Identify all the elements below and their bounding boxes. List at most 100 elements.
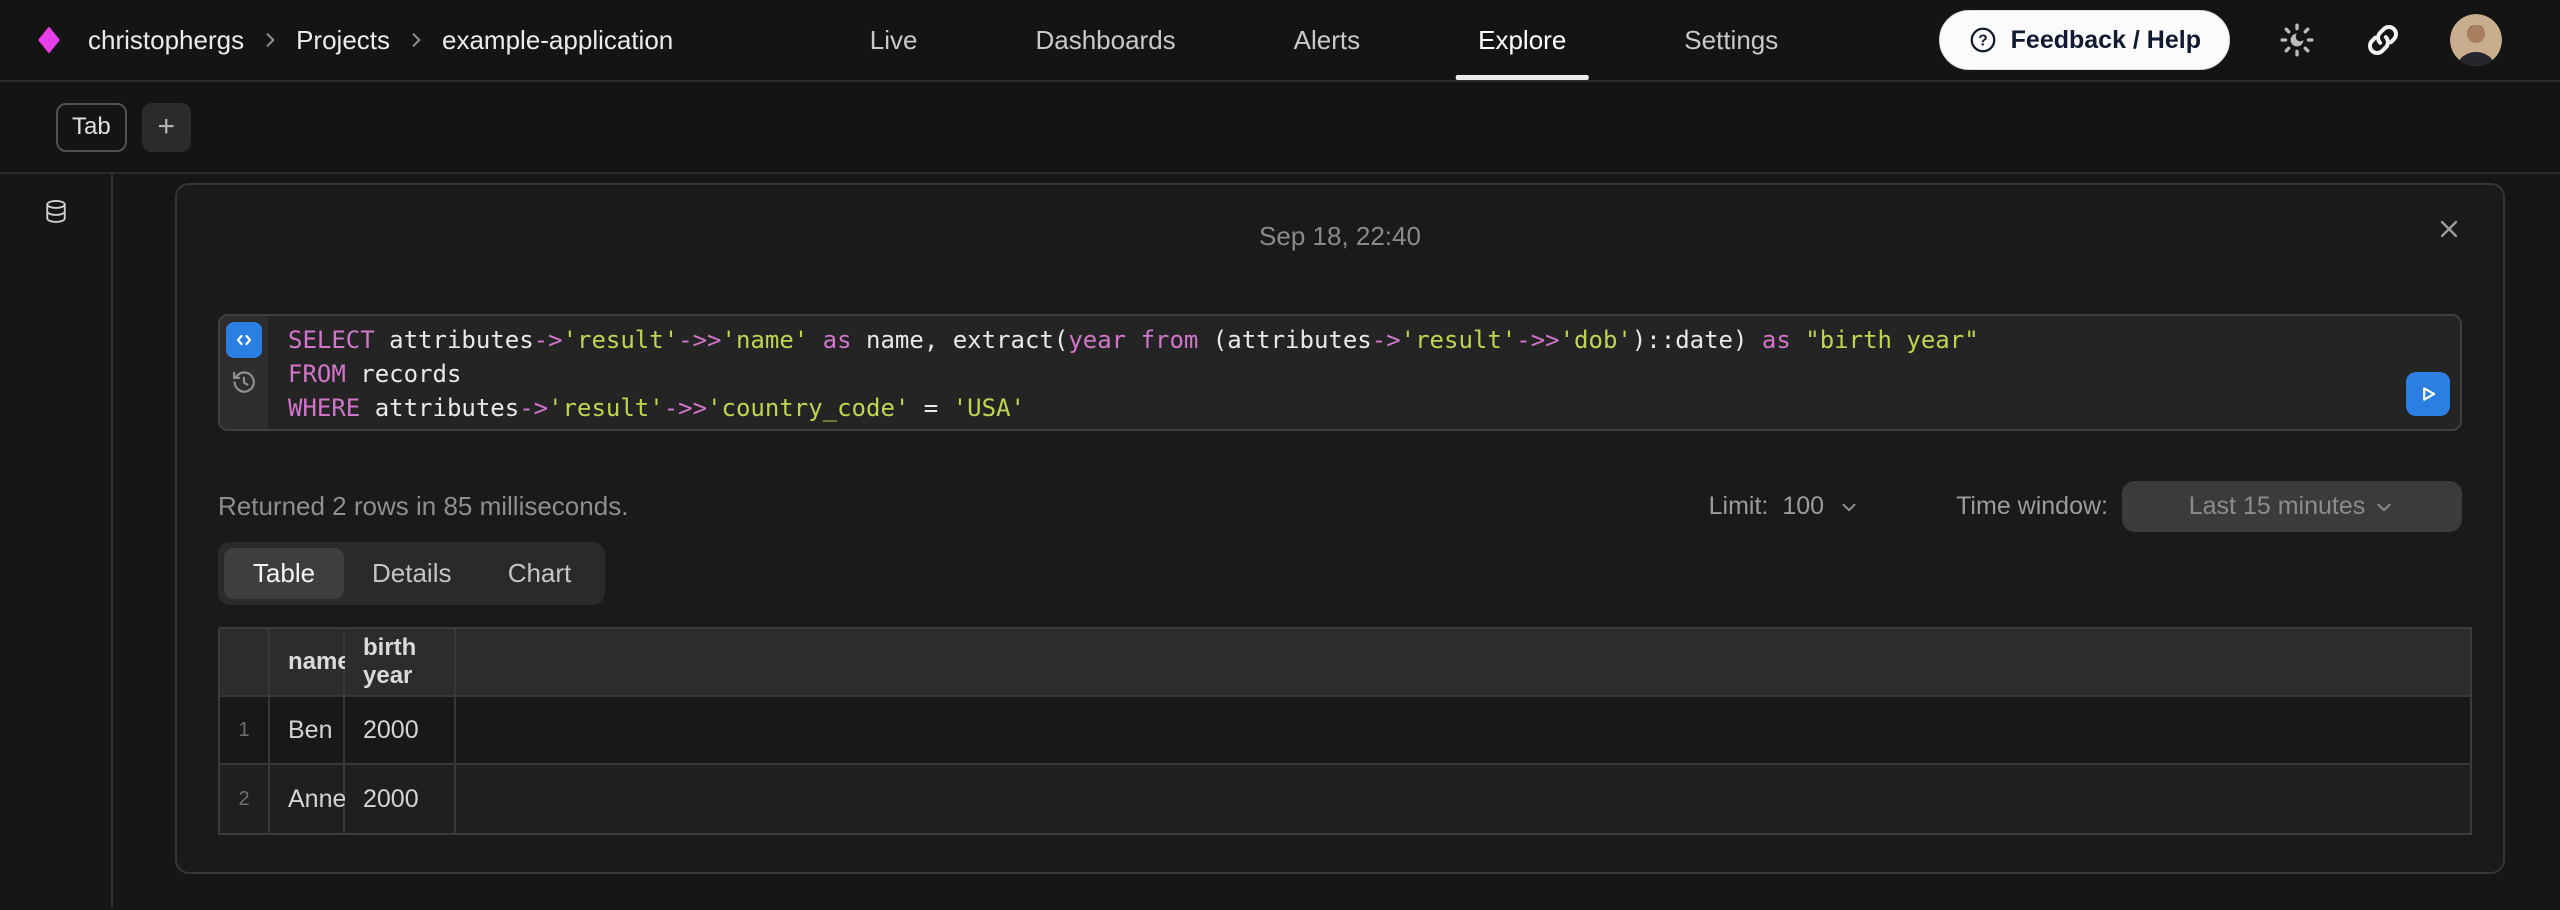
result-view-tabs: Table Details Chart (218, 542, 605, 605)
code-token: ->> (664, 394, 707, 422)
play-icon (2415, 381, 2441, 407)
nav-item-alerts[interactable]: Alerts (1290, 0, 1364, 80)
main-area: Sep 18, 22:40 (0, 174, 2560, 908)
top-navbar: christophergs Projects example-applicati… (0, 0, 2560, 82)
cell-name: Anne (270, 765, 345, 833)
time-window-label: Time window: (1956, 492, 2108, 521)
view-tab-details[interactable]: Details (344, 548, 479, 599)
cell-name: Ben (270, 697, 345, 765)
row-number: 1 (220, 697, 270, 765)
nav-item-settings[interactable]: Settings (1680, 0, 1782, 80)
code-token: (attributes (1198, 326, 1371, 354)
brand-breadcrumb: christophergs Projects example-applicati… (38, 25, 673, 56)
code-token: = (909, 394, 952, 422)
breadcrumb-workspace[interactable]: christophergs (88, 25, 244, 56)
view-tab-chart[interactable]: Chart (479, 548, 599, 599)
editor-gutter (220, 316, 268, 429)
code-token: SELECT (288, 326, 375, 354)
sql-editor-container: SELECT attributes->'result'->>'name' as … (218, 314, 2462, 431)
code-token: ->> (1516, 326, 1559, 354)
query-panel: Sep 18, 22:40 (175, 183, 2505, 874)
code-token: -> (1372, 326, 1401, 354)
code-token: as (808, 326, 866, 354)
run-query-button[interactable] (2406, 372, 2450, 416)
code-line: SELECT attributes->'result'->>'name' as … (288, 323, 2460, 357)
code-token: -> (534, 326, 563, 354)
code-line: WHERE attributes->'result'->>'country_co… (288, 391, 2460, 425)
code-token: -> (519, 394, 548, 422)
view-tab-table[interactable]: Table (224, 548, 344, 599)
limit-value: 100 (1782, 492, 1824, 521)
svg-text:?: ? (1978, 33, 1988, 50)
code-token: 'result' (563, 326, 679, 354)
code-token: from (1141, 326, 1199, 354)
query-timestamp: Sep 18, 22:40 (218, 221, 2462, 253)
code-token: attributes (360, 394, 519, 422)
tab-chip[interactable]: Tab (56, 103, 127, 152)
code-token: attributes (375, 326, 534, 354)
nav-item-live[interactable]: Live (866, 0, 922, 80)
query-history-icon[interactable] (230, 368, 258, 396)
link-icon (2364, 21, 2402, 59)
table-header-filler (456, 629, 2470, 697)
cell-filler (456, 697, 2470, 765)
code-token: 'dob' (1560, 326, 1632, 354)
code-token: ->> (678, 326, 721, 354)
left-sidebar (0, 174, 113, 908)
table-header-rownum (220, 629, 270, 697)
plus-icon: + (157, 112, 175, 142)
code-token: 'result' (1401, 326, 1517, 354)
table-header-birth-year: birth year (345, 629, 456, 697)
limit-label: Limit: (1709, 492, 1769, 521)
code-token: WHERE (288, 394, 360, 422)
breadcrumb: christophergs Projects example-applicati… (88, 25, 673, 56)
limit-dropdown[interactable]: 100 (1782, 492, 1860, 521)
result-meta-row: Returned 2 rows in 85 milliseconds. Limi… (218, 481, 2462, 532)
help-icon: ? (1968, 25, 1998, 55)
code-line: FROM records (288, 357, 2460, 391)
query-options: Limit: 100 Time window: Last 15 minutes (1709, 481, 2462, 532)
code-token: year (1068, 326, 1126, 354)
code-token: name, extract( (866, 326, 1068, 354)
theme-toggle-button[interactable] (2278, 21, 2316, 59)
code-token: "birth year" (1805, 326, 1978, 354)
workspace-logo-icon[interactable] (38, 27, 60, 54)
explore-content: Sep 18, 22:40 (113, 174, 2560, 908)
nav-item-explore[interactable]: Explore (1474, 0, 1570, 80)
chevron-down-icon (1838, 496, 1860, 518)
code-token (1126, 326, 1140, 354)
close-panel-button[interactable] (2435, 215, 2463, 243)
nav-item-dashboards[interactable]: Dashboards (1031, 0, 1179, 80)
table-header-name: name (270, 629, 345, 697)
time-window-dropdown[interactable]: Last 15 minutes (2122, 481, 2462, 532)
cell-birth-year: 2000 (345, 697, 456, 765)
result-table: name birth year 1 Ben 2000 2 Anne 2000 (218, 627, 2472, 835)
add-tab-button[interactable]: + (142, 103, 191, 152)
breadcrumb-projects[interactable]: Projects (296, 25, 390, 56)
copy-link-button[interactable] (2364, 21, 2402, 59)
chevron-right-icon (260, 30, 280, 50)
cell-birth-year: 2000 (345, 765, 456, 833)
chevron-right-icon (406, 30, 426, 50)
feedback-help-label: Feedback / Help (2011, 26, 2201, 55)
chevron-down-icon (2373, 496, 2395, 518)
database-icon[interactable] (42, 198, 70, 226)
code-token: 'USA' (953, 394, 1025, 422)
code-token: )::date) (1632, 326, 1762, 354)
breadcrumb-project-name[interactable]: example-application (442, 25, 673, 56)
code-token: 'result' (548, 394, 664, 422)
code-token (1791, 326, 1805, 354)
sql-editor[interactable]: SELECT attributes->'result'->>'name' as … (268, 316, 2460, 429)
row-number: 2 (220, 765, 270, 833)
feedback-help-button[interactable]: ? Feedback / Help (1939, 10, 2230, 70)
code-token: as (1762, 326, 1791, 354)
code-token: records (346, 360, 462, 388)
code-token: FROM (288, 360, 346, 388)
navbar-actions: ? Feedback / Help (1939, 10, 2502, 70)
result-summary: Returned 2 rows in 85 milliseconds. (218, 491, 628, 522)
cell-filler (456, 765, 2470, 833)
primary-nav: Live Dashboards Alerts Explore Settings (866, 0, 1782, 80)
editor-tabbar: Tab + (0, 82, 2560, 174)
user-avatar[interactable] (2450, 14, 2502, 66)
sql-mode-icon[interactable] (226, 322, 262, 358)
